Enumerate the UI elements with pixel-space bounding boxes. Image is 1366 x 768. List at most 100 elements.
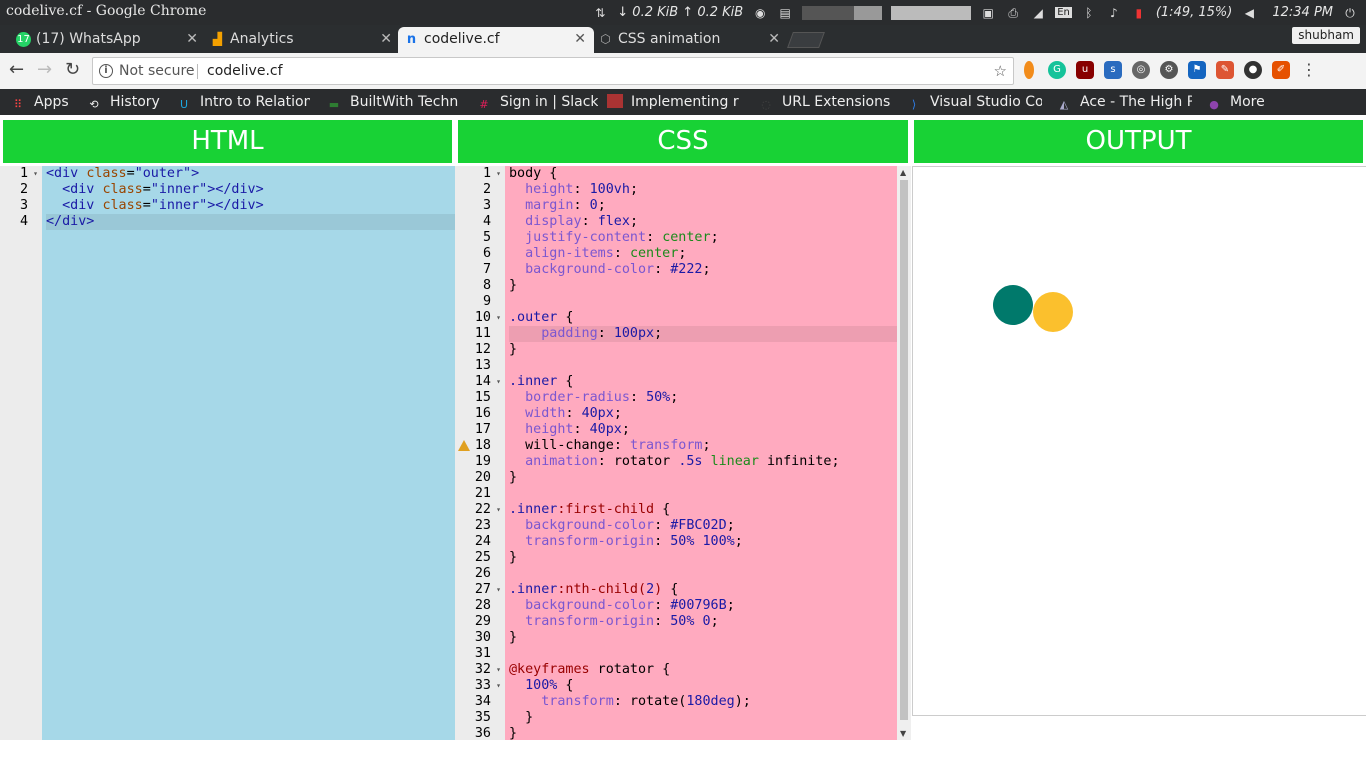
code-line[interactable]: [509, 646, 897, 662]
security-label[interactable]: Not secure: [119, 58, 195, 84]
code-line[interactable]: width: 40px;: [509, 406, 897, 422]
close-icon[interactable]: ✕: [574, 27, 586, 51]
extension-icon[interactable]: ✐: [1272, 61, 1290, 79]
tab-codelive[interactable]: n codelive.cf ✕: [398, 27, 594, 53]
code-line[interactable]: <div class="inner"></div>: [46, 198, 455, 214]
code-line[interactable]: }: [509, 630, 897, 646]
clock[interactable]: 12:34 PM: [1272, 5, 1333, 20]
tab-analytics[interactable]: ▟ Analytics ✕: [204, 27, 400, 53]
extension-icon[interactable]: s: [1104, 61, 1122, 79]
code-line[interactable]: [509, 566, 897, 582]
css-scrollbar[interactable]: ▲ ▼: [897, 166, 911, 740]
bell-icon[interactable]: ♪: [1106, 6, 1122, 20]
code-line[interactable]: margin: 0;: [509, 198, 897, 214]
close-icon[interactable]: ✕: [186, 27, 198, 51]
code-line[interactable]: }: [509, 342, 897, 358]
star-icon[interactable]: ☆: [994, 58, 1007, 84]
code-line[interactable]: background-color: #222;: [509, 262, 897, 278]
ublock-icon[interactable]: u: [1076, 61, 1094, 79]
bookmark-intro-relational[interactable]: U Intro to Relation: [176, 93, 310, 111]
gear-icon[interactable]: ⚙: [1160, 61, 1178, 79]
code-line[interactable]: border-radius: 50%;: [509, 390, 897, 406]
code-line[interactable]: }: [509, 470, 897, 486]
code-line[interactable]: <div class="outer">: [46, 166, 455, 182]
fold-arrow-icon[interactable]: ▾: [496, 166, 501, 182]
power-icon[interactable]: ⏻: [1342, 6, 1358, 20]
bookmark-ace[interactable]: ◭ Ace - The High P: [1056, 93, 1192, 111]
fold-arrow-icon[interactable]: ▾: [496, 310, 501, 326]
code-line[interactable]: transform: rotate(180deg);: [509, 694, 897, 710]
extension-icon[interactable]: [1024, 61, 1034, 79]
bookmark-apps[interactable]: ⠿ Apps: [10, 93, 80, 111]
grammarly-icon[interactable]: G: [1048, 61, 1066, 79]
code-line[interactable]: animation: rotator .5s linear infinite;: [509, 454, 897, 470]
update-icon[interactable]: ◉: [752, 6, 768, 20]
reload-icon[interactable]: ↻: [65, 61, 80, 79]
code-line[interactable]: [509, 486, 897, 502]
volume-icon[interactable]: ◀: [1241, 6, 1257, 20]
scrollbar-thumb[interactable]: [900, 180, 908, 720]
close-icon[interactable]: ✕: [768, 27, 780, 51]
bookmark-history[interactable]: ⟲ History: [86, 93, 168, 111]
code-line[interactable]: }: [509, 710, 897, 726]
wifi-icon[interactable]: ◢: [1030, 6, 1046, 20]
bookmark-vscode[interactable]: ⟩ Visual Studio Co: [906, 93, 1042, 111]
extension-icon[interactable]: ●: [1244, 61, 1262, 79]
code-line[interactable]: }: [509, 550, 897, 566]
bookmark-more[interactable]: ● More: [1206, 93, 1286, 111]
info-icon[interactable]: i: [99, 64, 113, 78]
code-line[interactable]: 100% {: [509, 678, 897, 694]
fold-arrow-icon[interactable]: ▾: [496, 662, 501, 678]
battery-icon[interactable]: ▮: [1131, 6, 1147, 20]
fold-arrow-icon[interactable]: ▾: [496, 678, 501, 694]
code-line[interactable]: height: 40px;: [509, 422, 897, 438]
extension-icon[interactable]: ⚑: [1188, 61, 1206, 79]
css-editor[interactable]: 1 ▾ body {2 height: 100vh; 3 margin: 0; 4 di…: [455, 166, 897, 740]
bookmark-url-extensions[interactable]: ◌ URL Extensions: [758, 93, 890, 111]
code-line[interactable]: }: [509, 726, 897, 740]
code-line[interactable]: align-items: center;: [509, 246, 897, 262]
code-line[interactable]: height: 100vh;: [509, 182, 897, 198]
bookmark-builtwith[interactable]: ▬ BuiltWith Techn: [326, 93, 461, 111]
code-line[interactable]: will-change: transform;: [509, 438, 897, 454]
new-tab-button[interactable]: [787, 32, 825, 48]
profile-button[interactable]: shubham: [1292, 27, 1360, 44]
tab-whatsapp[interactable]: 17 (17) WhatsApp ✕: [10, 27, 206, 53]
code-line[interactable]: body {: [509, 166, 897, 182]
bookmark-slack[interactable]: # Sign in | Slack: [476, 93, 598, 111]
menu-icon[interactable]: ⋮: [1300, 61, 1318, 79]
scroll-down-arrow-icon[interactable]: ▼: [900, 729, 906, 738]
url-text[interactable]: codelive.cf: [207, 58, 283, 84]
output-preview[interactable]: [912, 166, 1366, 716]
code-line[interactable]: .inner:nth-child(2) {: [509, 582, 897, 598]
code-line[interactable]: </div>: [46, 214, 455, 230]
forward-icon[interactable]: →: [37, 61, 52, 79]
code-line[interactable]: }: [509, 278, 897, 294]
close-icon[interactable]: ✕: [380, 27, 392, 51]
address-bar[interactable]: i Not secure codelive.cf ☆: [92, 57, 1014, 85]
code-line[interactable]: @keyframes rotator {: [509, 662, 897, 678]
code-line[interactable]: transform-origin: 50% 100%;: [509, 534, 897, 550]
screen-icon[interactable]: ▣: [980, 6, 996, 20]
paint-icon[interactable]: ✎: [1216, 61, 1234, 79]
scroll-up-arrow-icon[interactable]: ▲: [900, 168, 906, 177]
keyboard-lang[interactable]: En: [1055, 7, 1072, 18]
bookmark-implementing[interactable]: Implementing r: [607, 93, 742, 111]
fold-arrow-icon[interactable]: ▾: [496, 502, 501, 518]
code-line[interactable]: <div class="inner"></div>: [46, 182, 455, 198]
tab-css-animation[interactable]: ⬡ CSS animation ✕: [592, 27, 788, 53]
code-line[interactable]: .inner:first-child {: [509, 502, 897, 518]
code-line[interactable]: display: flex;: [509, 214, 897, 230]
fold-arrow-icon[interactable]: ▾: [496, 582, 501, 598]
printer-icon[interactable]: ⎙: [1005, 6, 1021, 20]
code-line[interactable]: background-color: #FBC02D;: [509, 518, 897, 534]
code-line[interactable]: padding: 100px;: [509, 326, 897, 342]
clipboard-icon[interactable]: ▤: [777, 6, 793, 20]
bluetooth-icon[interactable]: ᛒ: [1081, 6, 1097, 20]
code-line[interactable]: [509, 358, 897, 374]
code-line[interactable]: [509, 294, 897, 310]
fold-arrow-icon[interactable]: ▾: [496, 374, 501, 390]
code-line[interactable]: background-color: #00796B;: [509, 598, 897, 614]
code-line[interactable]: justify-content: center;: [509, 230, 897, 246]
code-line[interactable]: .inner {: [509, 374, 897, 390]
